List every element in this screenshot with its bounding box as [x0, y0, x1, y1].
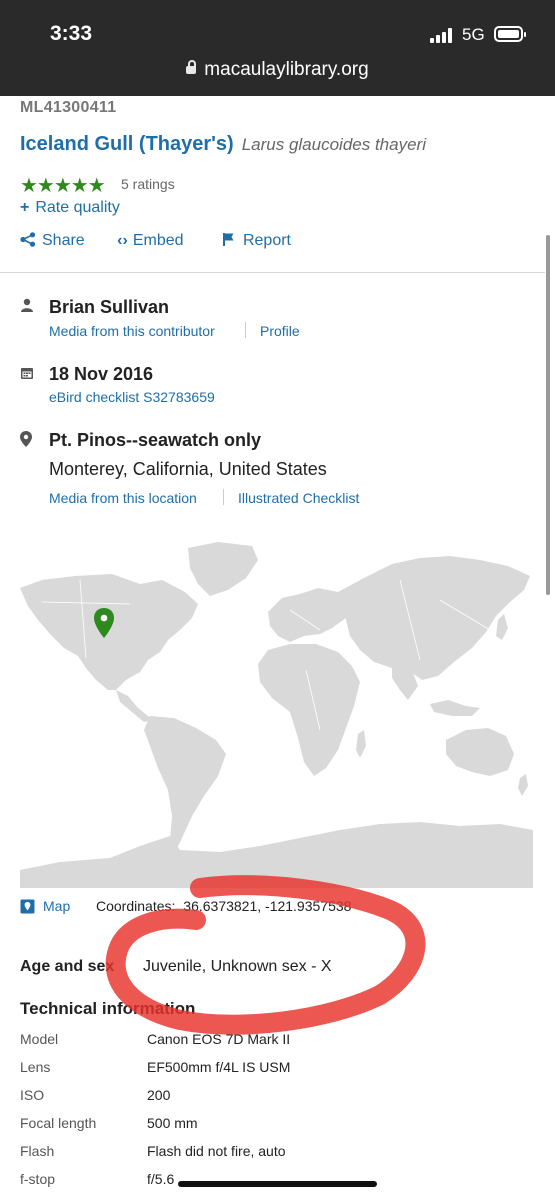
contributor-media-link[interactable]: Media from this contributor — [49, 323, 215, 339]
coordinates: Coordinates: 36.6373821, -121.9357538 — [96, 898, 351, 914]
europe-landmass — [268, 588, 350, 642]
code-icon: ‹› — [117, 232, 128, 249]
calendar-icon — [20, 366, 34, 384]
madagascar-landmass — [356, 730, 366, 758]
tech-value: f/5.6 — [147, 1171, 175, 1187]
rate-quality-button[interactable]: + Rate quality — [20, 199, 120, 217]
embed-label: Embed — [132, 232, 184, 249]
share-icon — [20, 232, 36, 247]
clock: 3:33 — [50, 22, 93, 45]
australia-landmass — [446, 728, 514, 776]
lock-icon — [186, 60, 197, 74]
asset-id: ML41300411 — [20, 99, 117, 116]
coordinates-label: Coordinates: — [96, 898, 176, 914]
ebird-checklist-link[interactable]: eBird checklist S32783659 — [49, 389, 215, 405]
contributor-name: Brian Sullivan — [49, 297, 170, 317]
rate-quality-label: Rate quality — [35, 199, 120, 216]
home-indicator[interactable] — [178, 1181, 377, 1187]
map-link[interactable]: Map — [20, 898, 70, 914]
address-bar[interactable]: macaulaylibrary.org — [0, 59, 555, 81]
ratings-count: 5 ratings — [121, 176, 175, 192]
tech-value: Flash did not fire, auto — [147, 1143, 286, 1159]
tech-value: Canon EOS 7D Mark II — [147, 1031, 291, 1047]
map-icon — [20, 899, 35, 914]
tech-label: Lens — [20, 1059, 51, 1075]
signal-icon — [430, 27, 456, 43]
technical-info-heading: Technical information — [20, 999, 196, 1018]
link-separator — [245, 322, 246, 338]
tech-value: 500 mm — [147, 1115, 198, 1131]
south-america-landmass — [144, 716, 226, 850]
world-map[interactable] — [20, 540, 533, 888]
share-label: Share — [42, 232, 85, 249]
map-link-label: Map — [43, 898, 71, 914]
tech-label: ISO — [20, 1087, 45, 1103]
share-button[interactable]: Share — [20, 232, 103, 249]
url-text: macaulaylibrary.org — [204, 59, 369, 80]
profile-link[interactable]: Profile — [260, 323, 300, 339]
antarctica-landmass — [20, 822, 533, 888]
age-sex-value: Juvenile, Unknown sex - X — [143, 958, 332, 975]
flag-icon — [222, 233, 234, 246]
star-rating: ★★★★★ — [20, 175, 106, 197]
embed-button[interactable]: ‹› Embed — [117, 232, 202, 249]
tech-value: 200 — [147, 1087, 171, 1103]
new-zealand-landmass — [518, 774, 528, 796]
location-name: Pt. Pinos--seawatch only — [49, 430, 262, 450]
observation-date: 18 Nov 2016 — [49, 364, 154, 384]
coordinates-value: 36.6373821, -121.9357538 — [183, 898, 352, 914]
scrollbar[interactable] — [546, 235, 550, 595]
battery-icon — [494, 26, 526, 42]
common-name-link[interactable]: Iceland Gull (Thayer's) — [20, 133, 234, 155]
section-divider — [0, 272, 545, 273]
network-type: 5G — [462, 25, 485, 44]
location-media-link[interactable]: Media from this location — [49, 490, 197, 506]
central-america-landmass — [116, 690, 154, 722]
north-america-landmass — [20, 574, 198, 690]
tech-label: Model — [20, 1031, 59, 1047]
illustrated-checklist-link[interactable]: Illustrated Checklist — [238, 490, 359, 506]
location-pin-icon — [20, 431, 32, 451]
status-bar: 3:33 5G macaulaylibrary.org — [0, 0, 555, 96]
indonesia-landmass — [430, 700, 480, 716]
age-sex-label: Age and sex — [20, 958, 115, 975]
scientific-name: Larus glaucoides thayeri — [241, 135, 426, 154]
tech-label: f-stop — [20, 1171, 56, 1187]
species-title: Iceland Gull (Thayer's) Larus glaucoides … — [20, 133, 426, 156]
tech-label: Focal length — [20, 1115, 97, 1131]
tech-label: Flash — [20, 1143, 55, 1159]
japan-landmass — [496, 614, 508, 640]
plus-icon: + — [20, 199, 30, 216]
person-icon — [20, 298, 34, 316]
report-button[interactable]: Report — [216, 232, 305, 249]
link-separator — [223, 489, 224, 505]
action-row: Share ‹› Embed Report — [20, 232, 319, 250]
report-label: Report — [242, 232, 291, 249]
location-region: Monterey, California, United States — [49, 459, 327, 479]
greenland-landmass — [188, 542, 258, 596]
africa-landmass — [258, 644, 360, 776]
tech-value: EF500mm f/4L IS USM — [147, 1059, 291, 1075]
